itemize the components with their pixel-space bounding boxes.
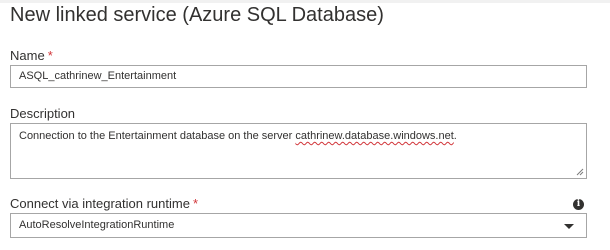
name-required-marker: * [47, 48, 53, 63]
integration-runtime-label-text: Connect via integration runtime [10, 196, 190, 211]
linked-service-panel: New linked service (Azure SQL Database) … [0, 0, 610, 250]
chevron-down-icon[interactable] [564, 224, 574, 229]
integration-runtime-required-marker: * [192, 196, 198, 211]
top-divider [0, 0, 610, 3]
description-server-name: cathrinew.database.windows.net [295, 130, 454, 142]
name-label: Name * [10, 48, 53, 63]
description-text: Connection to the Entertainment database… [19, 130, 296, 142]
integration-runtime-label: Connect via integration runtime * [10, 196, 198, 211]
info-icon[interactable]: i [573, 199, 584, 210]
description-textarea[interactable]: Connection to the Entertainment database… [10, 123, 587, 179]
name-input[interactable]: ASQL_cathrinew_Entertainment [10, 65, 587, 88]
panel-title: New linked service (Azure SQL Database) [10, 4, 384, 26]
description-label: Description [10, 106, 76, 121]
resize-grip-icon[interactable] [576, 168, 584, 176]
description-text-end: . [453, 130, 457, 142]
integration-runtime-selected: AutoResolveIntegrationRuntime [19, 219, 175, 231]
integration-runtime-select[interactable]: AutoResolveIntegrationRuntime [10, 213, 587, 238]
name-label-text: Name [10, 48, 45, 63]
